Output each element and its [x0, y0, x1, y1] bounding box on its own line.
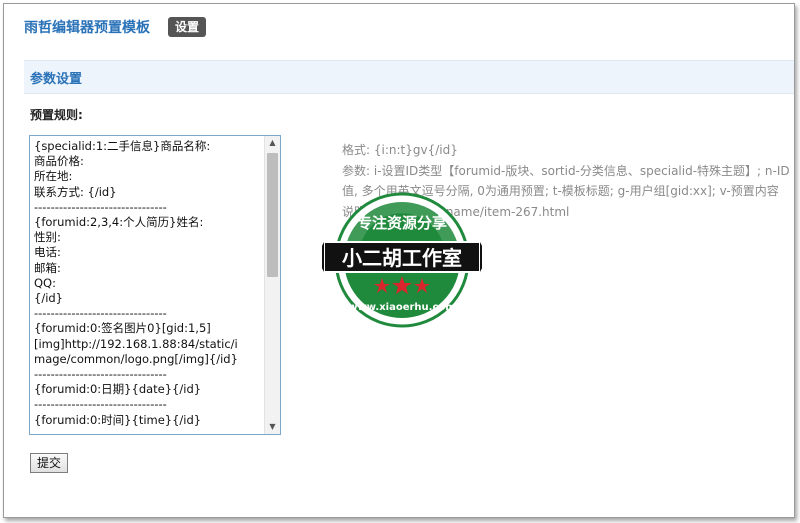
- textarea-line: {forumid:0:时间}{time}{/id}: [34, 412, 202, 427]
- section-title: 参数设置: [30, 71, 83, 87]
- help-line: 格式: {i:n:t}gv{/id}: [342, 143, 458, 157]
- section-header: 参数设置: [24, 60, 794, 94]
- page-title: 雨哲编辑器预置模板: [24, 20, 150, 36]
- watermark-logo: 专注资源分享 小二胡工作室 www.xiaoerhu.com: [322, 192, 482, 328]
- textarea-line: 联系方式: {/id}: [34, 184, 117, 199]
- watermark-url-text: www.xiaoerhu.com: [348, 302, 455, 313]
- textarea-line: 性别:: [34, 230, 61, 245]
- watermark-banner-text: 小二胡工作室: [342, 246, 462, 270]
- textarea-line: {/id}: [34, 291, 64, 306]
- textarea-line: 商品价格:: [34, 154, 84, 169]
- textarea-line: {specialid:1:二手信息}商品名称:: [34, 139, 211, 153]
- submit-button[interactable]: 提交: [30, 453, 69, 473]
- scroll-up-icon[interactable]: ▲: [265, 136, 280, 150]
- watermark-top-text: 专注资源分享: [357, 214, 447, 232]
- textarea-line: [img]http://192.168.1.88:84/static/i: [34, 336, 238, 351]
- textarea-line: --------------------------------: [34, 397, 167, 412]
- textarea-line: --------------------------------: [34, 199, 167, 214]
- textarea-line: {forumid:0:日期}{date}{/id}: [34, 382, 202, 397]
- textarea-line: {forumid:2,3,4:个人简历}姓名:: [34, 215, 204, 230]
- scroll-down-icon[interactable]: ▼: [265, 420, 280, 434]
- textarea-text[interactable]: {specialid:1:二手信息}商品名称: 商品价格: 所在地: 联系方式: {/…: [34, 139, 264, 431]
- textarea-line: 邮箱:: [34, 260, 61, 275]
- header: 雨哲编辑器预置模板 设置: [24, 16, 207, 38]
- textarea-line: QQ:: [34, 275, 56, 290]
- textarea-line: --------------------------------: [34, 306, 167, 321]
- textarea-line: mage/common/logo.png[/img]{/id}: [34, 351, 238, 366]
- textarea-line: --------------------------------: [34, 367, 167, 382]
- textarea-line: 电话:: [34, 245, 61, 260]
- preset-rules-textarea[interactable]: {specialid:1:二手信息}商品名称: 商品价格: 所在地: 联系方式: {/…: [29, 135, 281, 435]
- settings-button[interactable]: 设置: [168, 17, 207, 37]
- preset-rules-label: 预置规则:: [30, 108, 83, 122]
- textarea-scrollbar[interactable]: ▲ ▼: [264, 136, 280, 434]
- scroll-thumb[interactable]: [267, 153, 278, 277]
- textarea-line: {forumid:0:签名图片0}[gid:1,5]: [34, 321, 211, 336]
- textarea-line: 所在地:: [34, 169, 73, 184]
- help-line: 参数: i-设置ID类型【forumid-版块、sortid-分类信息、spec…: [342, 163, 790, 178]
